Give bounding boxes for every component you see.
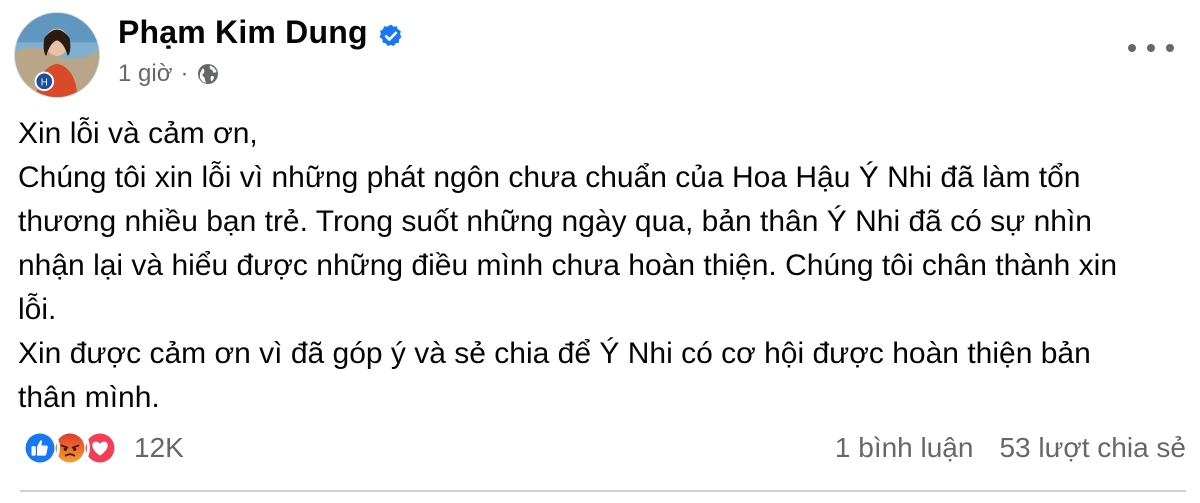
post-text-line: Xin lỗi và cảm ơn,: [18, 117, 258, 150]
post-text-line: Xin được cảm ơn vì đã góp ý và sẻ chia đ…: [18, 337, 1091, 370]
share-count-link[interactable]: 53 lượt chia sẻ: [999, 432, 1186, 464]
reaction-count[interactable]: 12K: [134, 432, 184, 464]
reaction-summary[interactable]: 12K: [20, 426, 184, 470]
author-avatar[interactable]: H: [14, 12, 100, 98]
meta-separator: ·: [180, 60, 189, 87]
post-text-line: thân mình.: [18, 381, 160, 414]
verified-badge-icon: [378, 20, 404, 46]
post-meta: 1 giờ ·: [118, 60, 220, 88]
more-options-icon[interactable]: [1128, 36, 1174, 60]
more-dot: [1166, 44, 1174, 52]
more-dot: [1147, 44, 1155, 52]
avatar-image: H: [15, 13, 99, 97]
post-text: Xin lỗi và cảm ơn, Chúng tôi xin lỗi vì …: [18, 112, 1188, 420]
post-text-line: lỗi.: [18, 293, 57, 326]
comment-count-link[interactable]: 1 bình luận: [835, 432, 974, 464]
footer-divider: [20, 490, 1186, 492]
svg-text:H: H: [41, 77, 48, 88]
reaction-icons: [20, 428, 120, 468]
author-name[interactable]: Phạm Kim Dung: [118, 14, 368, 51]
post-timestamp[interactable]: 1 giờ: [118, 60, 172, 88]
globe-icon[interactable]: [196, 62, 220, 86]
like-reaction-icon: [20, 428, 60, 468]
engagement-stats: 1 bình luận 53 lượt chia sẻ: [835, 426, 1186, 470]
post-text-line: nhận lại và hiểu được những điều mình ch…: [18, 249, 1117, 282]
post-text-line: Chúng tôi xin lỗi vì những phát ngôn chư…: [18, 161, 1081, 194]
author-header: Phạm Kim Dung: [118, 14, 404, 51]
facebook-post: H Phạm Kim Dung 1 giờ · Xin lỗi và cảm ơ…: [0, 0, 1200, 503]
more-dot: [1128, 44, 1136, 52]
post-text-line: thương nhiều bạn trẻ. Trong suốt những n…: [18, 205, 1092, 238]
